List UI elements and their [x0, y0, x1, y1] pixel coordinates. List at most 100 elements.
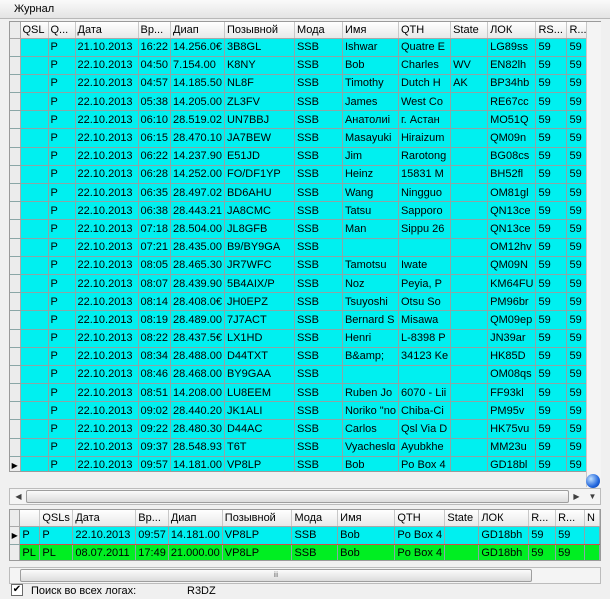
- table-row[interactable]: P 22.10.2013 08:46 28.468.00 BY9GAA SSB OM08qs…: [10, 365, 590, 385]
- column-header[interactable]: Мода: [294, 22, 343, 39]
- row-indicator[interactable]: [10, 219, 21, 239]
- table-cell[interactable]: 08:07: [138, 274, 172, 294]
- table-row[interactable]: P 22.10.2013 08:22 28.437.5€ LX1HD SSB Henri L-…: [10, 329, 590, 348]
- table-cell[interactable]: 06:15: [138, 128, 172, 148]
- table-cell[interactable]: 59: [555, 544, 585, 560]
- table-cell[interactable]: 59: [535, 38, 568, 57]
- table-cell[interactable]: 22.10.2013: [75, 292, 139, 312]
- table-cell[interactable]: SSB: [294, 274, 343, 294]
- table-cell[interactable]: 14.252.00: [170, 165, 225, 185]
- row-indicator[interactable]: [10, 401, 21, 421]
- table-cell[interactable]: FO/DF1YP: [224, 165, 295, 185]
- table-cell[interactable]: [398, 365, 452, 385]
- log-grid[interactable]: QSL Q... Дата Вр... Диап Позывной Мода Имя QTH St…: [9, 21, 601, 472]
- horizontal-scrollbar-top[interactable]: ◀ ▶ ▼: [9, 488, 601, 505]
- table-cell[interactable]: Ruben Jo: [342, 383, 399, 403]
- table-cell[interactable]: BP34hb: [487, 74, 537, 94]
- table-cell[interactable]: L-8398 P: [398, 329, 452, 348]
- table-cell[interactable]: 14.185.50: [170, 74, 225, 94]
- table-cell[interactable]: Wang: [342, 183, 399, 203]
- table-cell[interactable]: 59: [535, 74, 568, 94]
- column-header[interactable]: R...: [528, 510, 557, 527]
- table-cell[interactable]: Bob: [337, 544, 396, 560]
- table-cell[interactable]: Tamotsu: [342, 256, 399, 275]
- table-row[interactable]: P 22.10.2013 04:50 7.154.00 K8NY SSB Bob Charle…: [10, 56, 590, 75]
- table-cell[interactable]: 22.10.2013: [75, 383, 139, 403]
- column-header[interactable]: State: [444, 510, 480, 527]
- table-cell[interactable]: [20, 147, 49, 166]
- table-cell[interactable]: [450, 238, 489, 257]
- table-row[interactable]: P 22.10.2013 08:05 28.465.30 JR7WFC SSB Tamots…: [10, 256, 590, 275]
- table-cell[interactable]: SSB: [294, 310, 343, 330]
- table-cell[interactable]: VP8LP: [224, 455, 295, 471]
- table-cell[interactable]: JL8GFB: [224, 219, 295, 239]
- table-cell[interactable]: PM96br: [487, 292, 537, 312]
- table-cell[interactable]: FF93kl: [487, 383, 537, 403]
- table-cell[interactable]: SSB: [291, 525, 339, 545]
- table-cell[interactable]: 07:21: [138, 238, 172, 257]
- table-cell[interactable]: JA8CMC: [224, 201, 295, 221]
- table-cell[interactable]: P: [48, 438, 76, 457]
- table-cell[interactable]: 22.10.2013: [75, 128, 139, 148]
- table-cell[interactable]: James: [342, 92, 399, 112]
- column-header[interactable]: QSLs: [39, 510, 74, 527]
- table-cell[interactable]: 59: [535, 219, 568, 239]
- table-cell[interactable]: 22.10.2013: [75, 74, 139, 94]
- row-indicator[interactable]: [10, 238, 21, 257]
- table-row[interactable]: P 21.10.2013 16:22 14.256.0€ 3B8GL SSB Ishwar Q…: [10, 38, 590, 57]
- search-all-logs-checkbox[interactable]: ✔: [11, 584, 23, 596]
- table-cell[interactable]: [20, 238, 49, 257]
- table-cell[interactable]: SSB: [294, 365, 343, 385]
- table-cell[interactable]: 14.181.00: [168, 525, 223, 545]
- table-cell[interactable]: [450, 438, 489, 457]
- row-indicator[interactable]: [10, 419, 21, 439]
- table-cell[interactable]: Bob: [342, 455, 399, 471]
- table-cell[interactable]: [20, 38, 49, 57]
- table-cell[interactable]: SSB: [294, 183, 343, 203]
- table-cell[interactable]: Анатолиі: [342, 110, 399, 130]
- table-cell[interactable]: SSB: [294, 419, 343, 439]
- table-cell[interactable]: 14.205.00: [170, 92, 225, 112]
- table-cell[interactable]: [20, 110, 49, 130]
- table-cell[interactable]: [450, 310, 489, 330]
- table-cell[interactable]: GD18bh: [478, 525, 530, 545]
- table-cell[interactable]: 28.443.21: [170, 201, 225, 221]
- table-cell[interactable]: 28.468.00: [170, 365, 225, 385]
- table-cell[interactable]: HK85D: [487, 347, 537, 366]
- table-cell[interactable]: AK: [450, 74, 489, 94]
- table-cell[interactable]: 14.181.00: [170, 455, 225, 471]
- row-indicator[interactable]: [10, 38, 21, 57]
- table-cell[interactable]: [450, 92, 489, 112]
- table-cell[interactable]: Peyia, P: [398, 274, 452, 294]
- table-cell[interactable]: 07:18: [138, 219, 172, 239]
- scroll-right-icon[interactable]: ▶: [569, 490, 584, 503]
- column-header[interactable]: R...: [555, 510, 585, 527]
- table-cell[interactable]: P: [48, 310, 76, 330]
- table-cell[interactable]: [450, 274, 489, 294]
- table-cell[interactable]: 14.237.90: [170, 147, 225, 166]
- table-cell[interactable]: P: [48, 238, 76, 257]
- table-cell[interactable]: Hiraizum: [398, 128, 452, 148]
- table-cell[interactable]: P: [48, 383, 76, 403]
- table-cell[interactable]: [450, 110, 489, 130]
- table-row[interactable]: P 22.10.2013 09:02 28.440.20 JK1ALI SSB Noriko…: [10, 401, 590, 421]
- scroll-thumb[interactable]: ⅲ: [20, 569, 532, 582]
- table-cell[interactable]: Noz: [342, 274, 399, 294]
- table-cell[interactable]: 08:19: [138, 310, 172, 330]
- table-cell[interactable]: Jim: [342, 147, 399, 166]
- table-cell[interactable]: SSB: [294, 110, 343, 130]
- table-cell[interactable]: SSB: [294, 147, 343, 166]
- table-cell[interactable]: P: [39, 525, 74, 545]
- table-cell[interactable]: 28.519.02: [170, 110, 225, 130]
- table-cell[interactable]: UN7BBJ: [224, 110, 295, 130]
- column-header[interactable]: QTH: [398, 22, 452, 39]
- table-cell[interactable]: 59: [535, 110, 568, 130]
- table-cell[interactable]: SSB: [294, 329, 343, 348]
- table-cell[interactable]: QM09n: [487, 128, 537, 148]
- table-cell[interactable]: [20, 183, 49, 203]
- column-header[interactable]: Вр...: [135, 510, 169, 527]
- table-cell[interactable]: 09:57: [138, 455, 172, 471]
- table-cell[interactable]: P: [48, 329, 76, 348]
- table-cell[interactable]: P: [48, 365, 76, 385]
- table-cell[interactable]: [450, 329, 489, 348]
